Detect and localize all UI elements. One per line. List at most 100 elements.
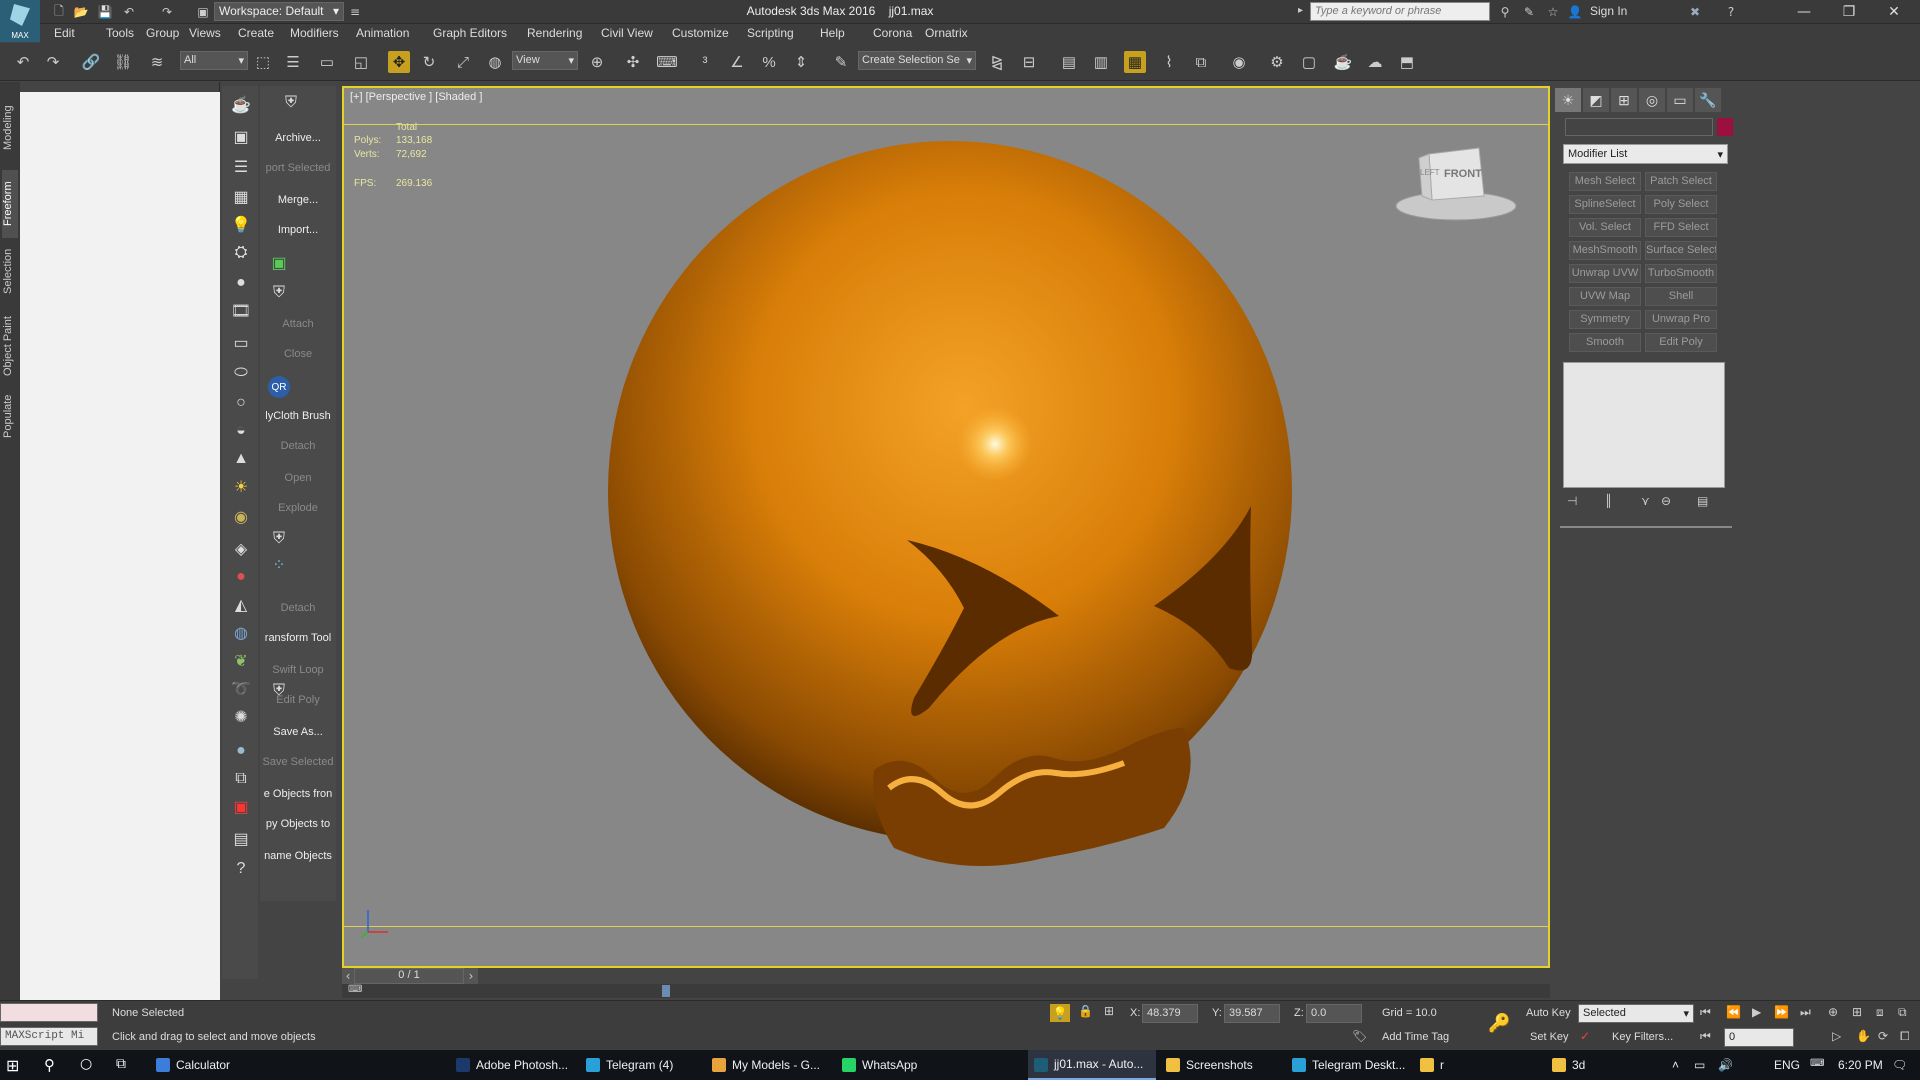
- modifier-stack[interactable]: [1563, 362, 1725, 488]
- render-window-icon[interactable]: ▣: [230, 126, 252, 148]
- taskbar-item[interactable]: Calculator: [150, 1050, 270, 1080]
- modifier-button[interactable]: Symmetry: [1569, 310, 1641, 329]
- sphere-icon[interactable]: ○: [230, 392, 252, 414]
- task-view-icon[interactable]: ⧉: [116, 1056, 126, 1072]
- close-icon[interactable]: ✕: [1874, 2, 1914, 22]
- key-filters-button[interactable]: Key Filters...: [1612, 1031, 1673, 1043]
- modifier-list-dropdown[interactable]: Modifier List ▾: [1563, 144, 1728, 164]
- ribbon-tab-selection[interactable]: Selection: [2, 242, 18, 300]
- modifier-button[interactable]: Unwrap UVW: [1569, 264, 1641, 283]
- tool-button[interactable]: Close: [260, 348, 336, 360]
- zoom-all-icon[interactable]: ⊞: [1852, 1005, 1862, 1019]
- hierarchy-tab-icon[interactable]: ⊞: [1611, 88, 1637, 112]
- pan-icon[interactable]: ✋: [1856, 1029, 1871, 1043]
- menu-corona[interactable]: Corona: [873, 26, 912, 40]
- record-icon[interactable]: ▣: [230, 796, 252, 818]
- tool-button[interactable]: Import...: [260, 224, 336, 236]
- menu-views[interactable]: Views: [189, 26, 221, 40]
- sign-in-button[interactable]: Sign In: [1590, 4, 1627, 18]
- object-color-swatch[interactable]: [1717, 118, 1733, 136]
- open-file-icon[interactable]: 📂: [72, 3, 90, 21]
- time-slider-handle[interactable]: [662, 985, 670, 997]
- network-icon[interactable]: ▭: [1694, 1058, 1705, 1072]
- modifier-button[interactable]: SplineSelect: [1569, 195, 1641, 214]
- ring-icon[interactable]: ◉: [230, 506, 252, 528]
- modify-tab-icon[interactable]: ◩: [1583, 88, 1609, 112]
- geosphere-icon[interactable]: ◒: [230, 420, 252, 442]
- modifier-button[interactable]: MeshSmooth: [1569, 241, 1641, 260]
- tool-button[interactable]: Explode: [260, 502, 336, 514]
- modifier-button[interactable]: Patch Select: [1645, 172, 1717, 191]
- user-icon[interactable]: 👤: [1566, 3, 1584, 21]
- ribbon-tab-modeling[interactable]: Modeling: [2, 96, 18, 160]
- tool-button[interactable]: Open: [260, 472, 336, 484]
- menu-modifiers[interactable]: Modifiers: [290, 26, 339, 40]
- help-icon[interactable]: ?: [230, 858, 252, 880]
- select-by-name-icon[interactable]: ☰: [282, 51, 304, 73]
- project-folder-icon[interactable]: ▣: [194, 3, 212, 21]
- menu-civil-view[interactable]: Civil View: [601, 26, 653, 40]
- tool-button[interactable]: ransform Tool: [260, 632, 336, 644]
- modifier-button[interactable]: TurboSmooth: [1645, 264, 1717, 283]
- reference-coordinate-dropdown[interactable]: View ▾: [512, 51, 578, 70]
- rope-icon[interactable]: ➰: [230, 678, 252, 700]
- taskbar-item[interactable]: r: [1414, 1050, 1454, 1080]
- show-end-result-icon[interactable]: ║: [1605, 494, 1612, 508]
- ribbon-tab-freeform[interactable]: Freeform: [2, 170, 18, 238]
- tool-button[interactable]: e Objects fron: [260, 788, 336, 800]
- exchange-icon[interactable]: ✖: [1686, 3, 1704, 21]
- menu-tools[interactable]: Tools: [106, 26, 134, 40]
- absolute-mode-icon[interactable]: ⊞: [1104, 1004, 1114, 1018]
- play-icon[interactable]: ▶: [1752, 1005, 1761, 1019]
- taskbar-item[interactable]: Adobe Photosh...: [450, 1050, 578, 1080]
- hair-icon[interactable]: ✺: [230, 706, 252, 728]
- menu-help[interactable]: Help: [820, 26, 845, 40]
- angle-snap-icon[interactable]: ∠: [726, 51, 748, 73]
- frame-slider[interactable]: ‹ 0 / 1 ›: [342, 968, 492, 984]
- display-tab-icon[interactable]: ▭: [1667, 88, 1693, 112]
- modifier-button[interactable]: UVW Map: [1569, 287, 1641, 306]
- search-input[interactable]: Type a keyword or phrase: [1310, 2, 1490, 21]
- track-bar[interactable]: ⌨: [342, 984, 1550, 998]
- menu-graph-editors[interactable]: Graph Editors: [433, 26, 507, 40]
- modifier-button[interactable]: Surface Select: [1645, 241, 1717, 260]
- menu-scripting[interactable]: Scripting: [747, 26, 794, 40]
- tool-button[interactable]: Detach: [260, 602, 336, 614]
- zoom-extents-all-icon[interactable]: ⧉: [1898, 1005, 1907, 1020]
- bake-icon[interactable]: ▤: [230, 828, 252, 850]
- set-key-button[interactable]: Set Key: [1530, 1031, 1569, 1043]
- menu-create[interactable]: Create: [238, 26, 274, 40]
- go-to-start-icon[interactable]: ⏮: [1700, 1005, 1711, 1020]
- cone-icon[interactable]: ▲: [230, 448, 252, 470]
- ribbon-tab-populate[interactable]: Populate: [2, 382, 18, 450]
- add-time-tag[interactable]: Add Time Tag: [1382, 1031, 1449, 1043]
- taskbar-item[interactable]: Screenshots: [1160, 1050, 1278, 1080]
- z-coordinate[interactable]: 0.0: [1306, 1004, 1362, 1023]
- tool-button[interactable]: Merge...: [260, 194, 336, 206]
- next-key-icon[interactable]: ⏩: [1774, 1005, 1789, 1019]
- ribbon-tab-object-paint[interactable]: Object Paint: [2, 302, 18, 390]
- redo-icon[interactable]: ↷: [158, 3, 176, 21]
- rect-selection-icon[interactable]: ▭: [316, 51, 338, 73]
- move-icon[interactable]: ✥: [388, 51, 410, 73]
- emoji-sphere[interactable]: [608, 141, 1292, 841]
- menu-edit[interactable]: Edit: [54, 26, 75, 40]
- motion-tab-icon[interactable]: ◎: [1639, 88, 1665, 112]
- menu-rendering[interactable]: Rendering: [527, 26, 582, 40]
- subscription-icon[interactable]: ✎: [1520, 3, 1538, 21]
- snaps-toggle-icon[interactable]: ³: [694, 51, 716, 73]
- restore-icon[interactable]: ❐: [1829, 2, 1869, 22]
- remove-modifier-icon[interactable]: ⊖: [1661, 494, 1671, 508]
- favorites-icon[interactable]: ☆: [1544, 3, 1562, 21]
- modifier-button[interactable]: Unwrap Pro: [1645, 310, 1717, 329]
- edit-named-selection-icon[interactable]: ✎: [830, 51, 852, 73]
- pivot-center-icon[interactable]: ⊕: [586, 51, 608, 73]
- tray-chevron-icon[interactable]: ˄: [1672, 1058, 1679, 1072]
- isolate-selection-icon[interactable]: 💡: [1050, 1004, 1070, 1022]
- modifier-button[interactable]: Shell: [1645, 287, 1717, 306]
- schematic-view-icon[interactable]: ⧉: [1190, 51, 1212, 73]
- x-coordinate[interactable]: 48.379: [1142, 1004, 1198, 1023]
- bomb-icon[interactable]: ●: [230, 272, 252, 294]
- drop-icon[interactable]: ●: [230, 740, 252, 762]
- maximize-viewport-icon[interactable]: ⧠: [1900, 1029, 1910, 1044]
